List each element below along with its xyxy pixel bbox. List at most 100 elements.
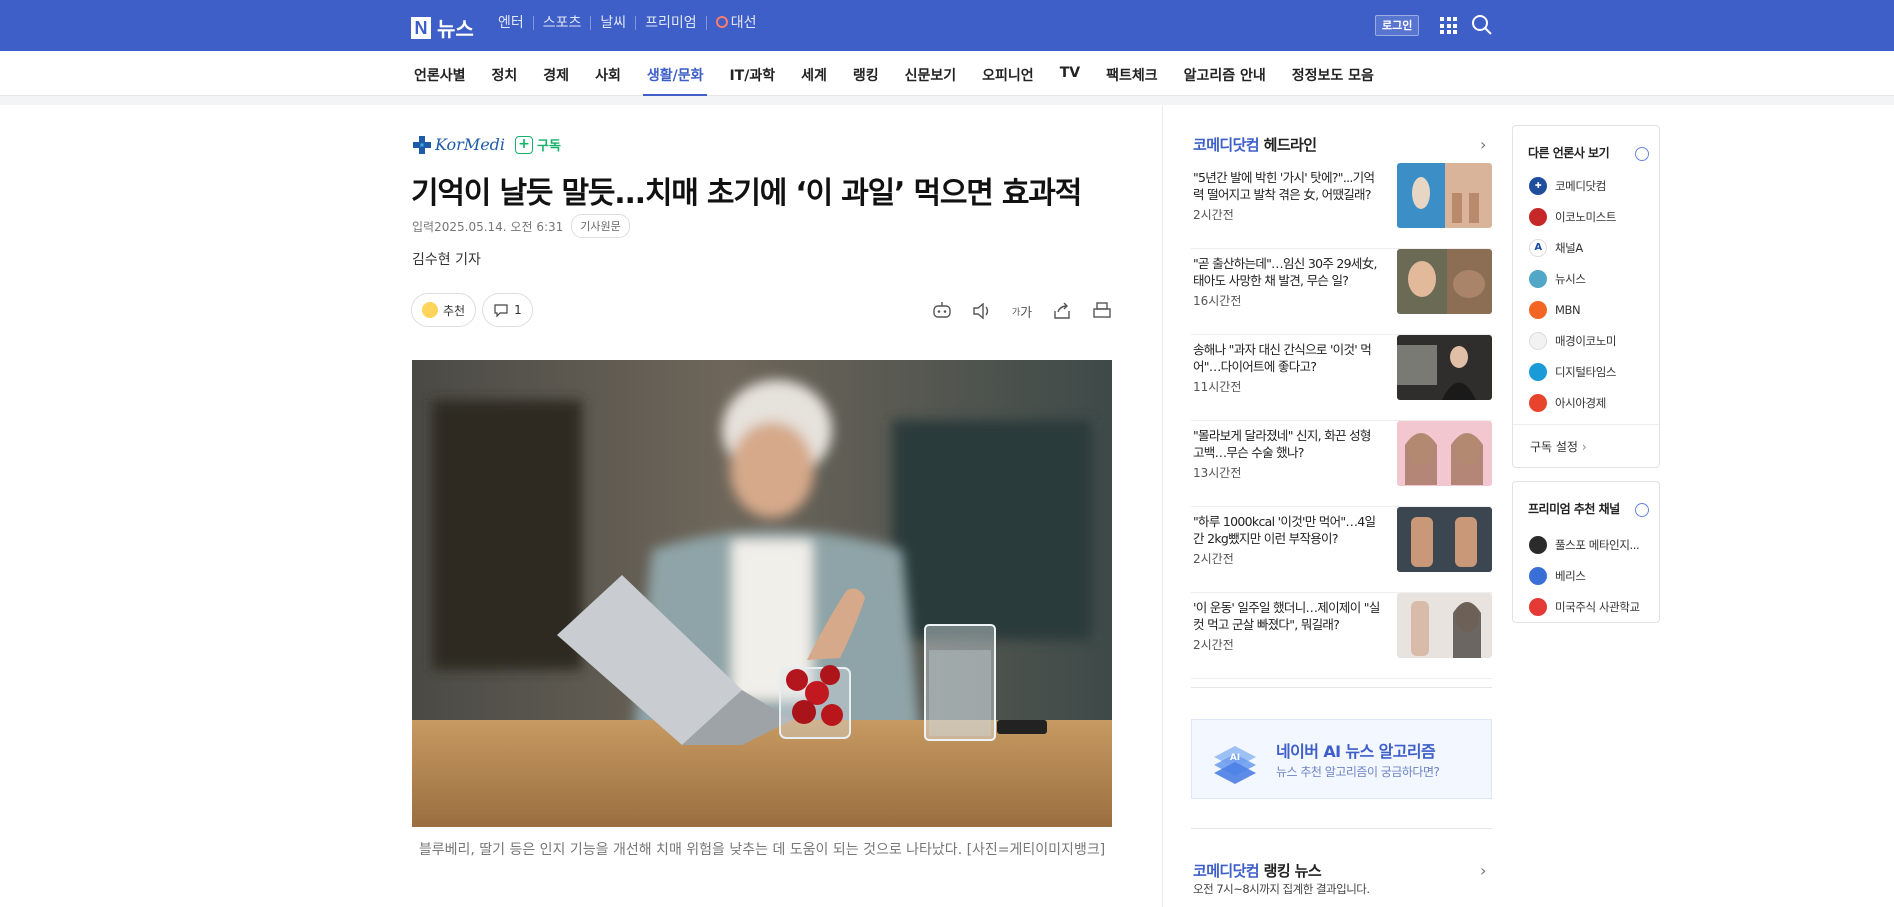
chevron-right-icon[interactable]: › [1480, 861, 1486, 880]
headline-thumbnail [1397, 163, 1492, 228]
smile-icon [422, 302, 438, 318]
refresh-icon[interactable] [1635, 503, 1649, 517]
refresh-icon[interactable] [1635, 147, 1649, 161]
article-tools: 가가 [930, 299, 1114, 323]
nav-item-corrections[interactable]: 정정보도 모음 [1288, 65, 1378, 96]
nav-item-politics[interactable]: 정치 [488, 65, 522, 96]
press-item-mbn[interactable]: MBN [1529, 294, 1659, 325]
speaker-icon[interactable] [970, 299, 994, 323]
login-button[interactable]: 로그인 [1375, 15, 1420, 36]
list-item[interactable]: "몰라보게 달라졌네" 신지, 화끈 성형 고백…무슨 수술 했나? 13시간전 [1191, 421, 1492, 507]
print-icon[interactable] [1090, 299, 1114, 323]
press-item-economist[interactable]: 이코노미스트 [1529, 201, 1659, 232]
service-link-sports[interactable]: 스포츠 [532, 16, 591, 30]
other-press-panel: 다른 언론사 보기 ✚ 코메디닷컴 이코노미스트 A 채널A 뉴시스 MBN 매경이… [1512, 125, 1660, 468]
channel-a-logo-icon: A [1529, 238, 1547, 257]
digital-times-logo-icon [1529, 362, 1547, 381]
press-item-asia-economy[interactable]: 아시아경제 [1529, 387, 1659, 418]
premium-item-us-stock-academy[interactable]: 미국주식 사관학교 [1529, 591, 1659, 622]
premium-channels-panel: 프리미엄 추천 채널 풀스포 메타인지... 베리스 미국주식 사관학교 [1512, 481, 1660, 623]
naver-news-logo[interactable]: N 뉴스 [411, 13, 474, 42]
headline-thumbnail [1397, 421, 1492, 486]
ai-banner-title: 네이버 AI 뉴스 알고리즘 [1276, 742, 1436, 761]
nav-item-press[interactable]: 언론사별 [410, 65, 470, 96]
headline-thumbnail [1397, 249, 1492, 314]
election-icon [715, 16, 728, 28]
category-nav: 언론사별 정치 경제 사회 생활/문화 IT/과학 세계 랭킹 신문보기 오피니… [0, 51, 1894, 96]
maekyung-logo-icon [1529, 331, 1547, 350]
headline-time: 2시간전 [1193, 552, 1234, 566]
nav-item-life-culture[interactable]: 생활/문화 [642, 65, 708, 96]
apps-grid-icon[interactable] [1440, 17, 1457, 34]
original-article-link[interactable]: 기사원문 [571, 214, 630, 238]
headline-text: 송해나 "과자 대신 간식으로 '이것' 먹어"…다이어트에 좋다고? [1193, 342, 1372, 374]
premium-item-fullspo[interactable]: 풀스포 메타인지... [1529, 529, 1659, 560]
press-item-maekyung-economy[interactable]: 매경이코노미 [1529, 325, 1659, 356]
headline-divider [1191, 687, 1492, 688]
headline-text: "곧 출산하는데"…임신 30주 29세女, 태아도 사망한 채 발견, 무슨 … [1193, 256, 1378, 288]
summary-robot-icon[interactable] [930, 299, 954, 323]
plus-icon: + [515, 135, 534, 154]
nav-item-ranking[interactable]: 랭킹 [849, 65, 883, 96]
press-item-kormedi[interactable]: ✚ 코메디닷컴 [1529, 170, 1659, 201]
ai-layers-icon: AI [1214, 746, 1256, 784]
subscription-settings-link[interactable]: 구독 설정 › [1513, 424, 1659, 467]
chevron-right-icon: › [1581, 440, 1587, 454]
svg-text:AI: AI [1230, 753, 1240, 763]
press-item-newsis[interactable]: 뉴시스 [1529, 263, 1659, 294]
other-press-title: 다른 언론사 보기 [1513, 126, 1659, 161]
headline-time: 13시간전 [1193, 466, 1242, 480]
nav-item-society[interactable]: 사회 [591, 65, 625, 96]
premium-item-veris[interactable]: 베리스 [1529, 560, 1659, 591]
nav-item-economy[interactable]: 경제 [539, 65, 573, 96]
press-item-digital-times[interactable]: 디지털타임스 [1529, 356, 1659, 387]
nav-shadow [0, 96, 1894, 105]
subscribe-button[interactable]: + 구독 [515, 135, 561, 154]
nav-item-world[interactable]: 세계 [797, 65, 831, 96]
photo-caption: 블루베리, 딸기 등은 인지 기능을 개선해 치매 위험을 낮추는 데 도움이 … [418, 842, 1106, 858]
service-link-weather[interactable]: 날씨 [590, 16, 635, 30]
list-item[interactable]: 송해나 "과자 대신 간식으로 '이것' 먹어"…다이어트에 좋다고? 11시간… [1191, 335, 1492, 421]
nav-item-it-science[interactable]: IT/과학 [725, 65, 779, 96]
ai-algorithm-banner[interactable]: AI 네이버 AI 뉴스 알고리즘 뉴스 추천 알고리즘이 궁금하다면? [1191, 719, 1492, 799]
list-item[interactable]: "5년간 발에 박힌 '가시' 탓에?"...기억력 떨어지고 발착 겪은 女,… [1191, 163, 1492, 249]
headline-time: 11시간전 [1193, 380, 1242, 394]
list-item[interactable]: '이 운동' 일주일 했더니…제이제이 "실컷 먹고 군살 빠졌다", 뭐길래?… [1191, 593, 1492, 679]
nav-item-algorithm[interactable]: 알고리즘 안내 [1180, 65, 1270, 96]
headline-text: "하루 1000kcal '이것'만 먹어"…4일간 2kg뺐지만 이런 부작용… [1193, 514, 1376, 546]
top-header: N 뉴스 엔터 스포츠 날씨 프리미엄 대선 로그인 [0, 0, 1894, 51]
ai-banner-subtitle: 뉴스 추천 알고리즘이 궁금하다면? [1276, 765, 1440, 779]
chevron-right-icon[interactable]: › [1480, 135, 1486, 154]
nav-item-tv[interactable]: TV [1056, 65, 1084, 96]
ranking-divider [1191, 828, 1492, 829]
headline-thumbnail [1397, 335, 1492, 400]
recommend-button[interactable]: 추천 [411, 293, 477, 327]
service-link-entertain[interactable]: 엔터 [494, 16, 533, 30]
press-item-channel-a[interactable]: A 채널A [1529, 232, 1659, 263]
nav-item-factcheck[interactable]: 팩트체크 [1102, 65, 1162, 96]
channel-avatar [1529, 597, 1547, 616]
byline[interactable]: 김수현 기자 [412, 249, 481, 269]
service-link-premium[interactable]: 프리미엄 [635, 16, 706, 30]
service-link-election[interactable]: 대선 [705, 16, 766, 30]
economist-logo-icon [1529, 207, 1547, 226]
ranking-section-title[interactable]: 코메디닷컴 랭킹 뉴스 [1193, 860, 1322, 881]
headline-text: "몰라보게 달라졌네" 신지, 화끈 성형 고백…무슨 수술 했나? [1193, 428, 1371, 460]
article-title: 기억이 날듯 말듯...치매 초기에 ‘이 과일’ 먹으면 효과적 [411, 176, 1082, 211]
search-icon[interactable] [1471, 14, 1493, 36]
article-photo [412, 360, 1112, 827]
press-logo[interactable]: KorMedi [413, 135, 505, 154]
font-size-icon[interactable]: 가가 [1010, 299, 1034, 323]
list-item[interactable]: "곧 출산하는데"…임신 30주 29세女, 태아도 사망한 채 발견, 무슨 … [1191, 249, 1492, 335]
headline-list: "5년간 발에 박힌 '가시' 탓에?"...기억력 떨어지고 발착 겪은 女,… [1191, 163, 1492, 679]
comment-button[interactable]: 1 [482, 293, 533, 327]
nav-item-newspaper[interactable]: 신문보기 [901, 65, 961, 96]
headline-text: '이 운동' 일주일 했더니…제이제이 "실컷 먹고 군살 빠졌다", 뭐길래? [1193, 600, 1380, 632]
headline-section-title[interactable]: 코메디닷컴 헤드라인 [1193, 134, 1317, 155]
list-item[interactable]: "하루 1000kcal '이것'만 먹어"…4일간 2kg뺐지만 이런 부작용… [1191, 507, 1492, 593]
asia-economy-logo-icon [1529, 393, 1547, 412]
nav-item-opinion[interactable]: 오피니언 [978, 65, 1038, 96]
press-header: KorMedi + 구독 [413, 135, 561, 154]
article-actions: 추천 1 [411, 293, 533, 327]
share-icon[interactable] [1050, 299, 1074, 323]
